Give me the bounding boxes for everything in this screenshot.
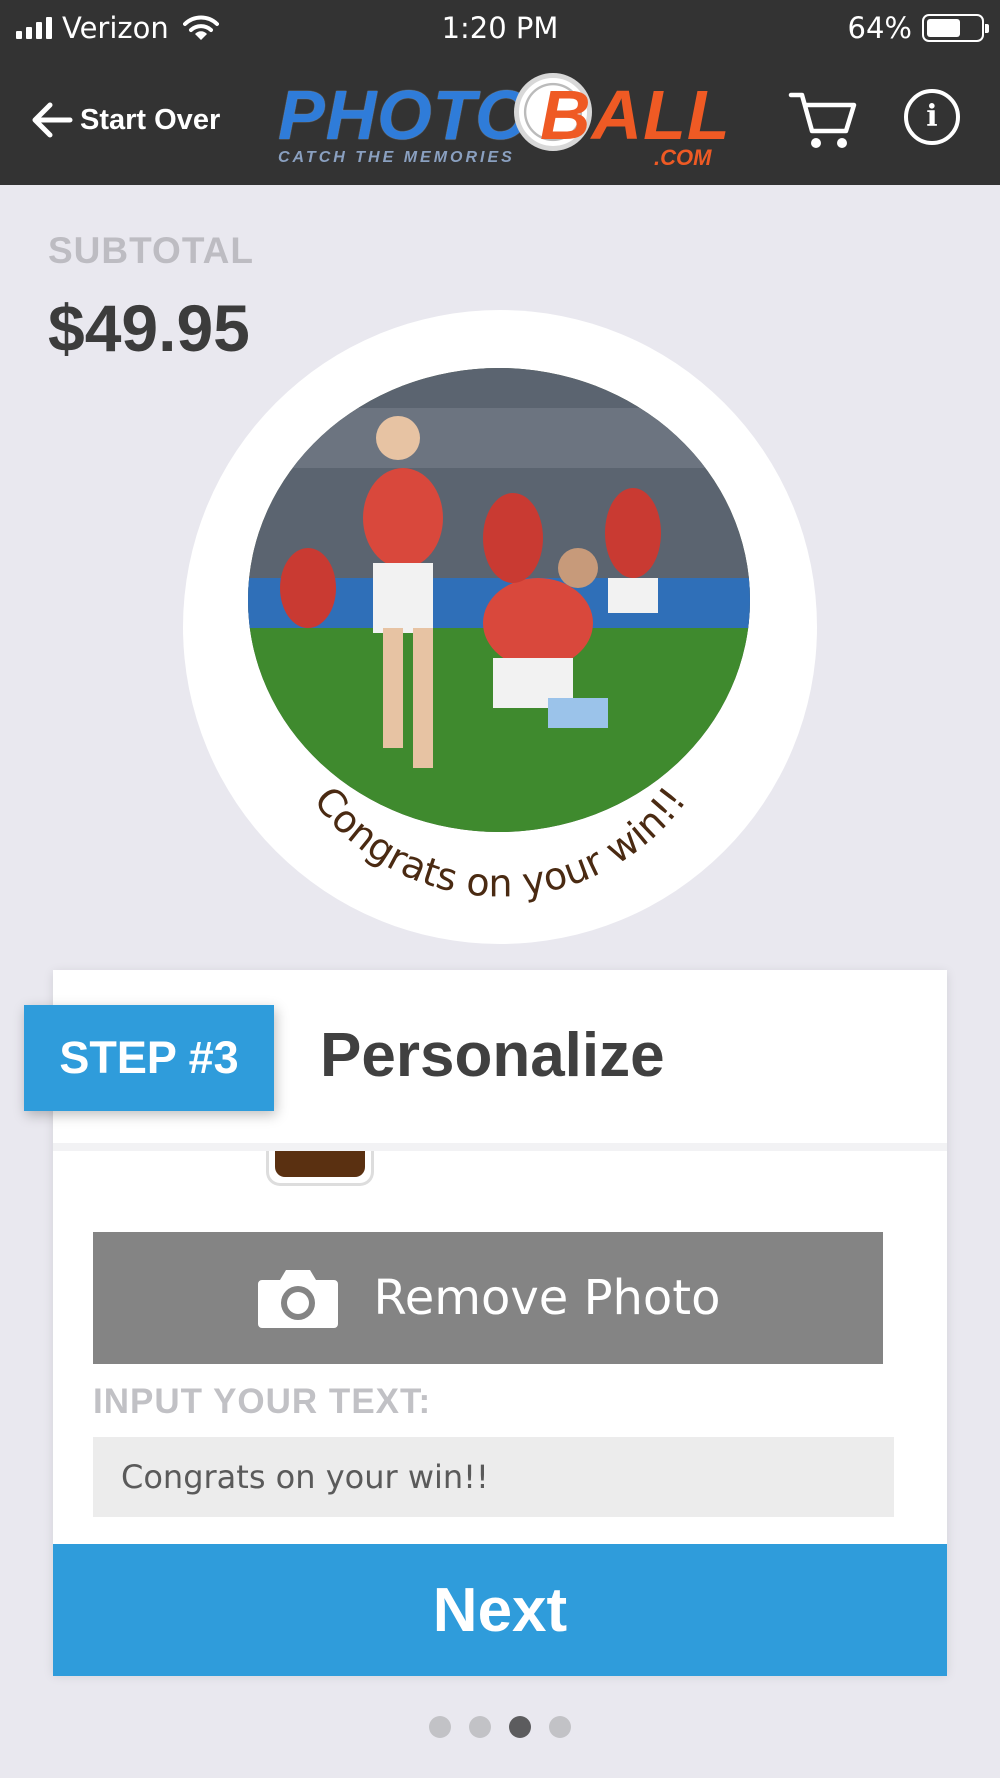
status-bar: Verizon 1:20 PM 64%: [0, 0, 1000, 55]
info-icon[interactable]: i: [904, 89, 960, 145]
subtotal-label: SUBTOTAL: [48, 230, 255, 271]
arrow-left-icon: [32, 102, 73, 138]
next-label: Next: [432, 1575, 568, 1645]
camera-icon: [257, 1270, 338, 1328]
step-badge: STEP #3: [24, 1005, 274, 1111]
photoball-logo: PHOTO BALL CATCH THE MEMORIES .COM: [278, 69, 730, 177]
status-right: 64%: [847, 8, 989, 48]
app-header: Start Over PHOTO BALL CATCH THE MEMORIES…: [0, 55, 1000, 185]
next-button[interactable]: Next: [53, 1544, 947, 1676]
page-dot[interactable]: [549, 1716, 571, 1738]
card-divider: [53, 1143, 947, 1151]
color-swatch-fill: [275, 1151, 365, 1177]
logo-word-ball: BALL: [540, 76, 731, 154]
color-swatch[interactable]: [266, 1151, 374, 1186]
battery-icon: [922, 14, 989, 42]
start-over-label: Start Over: [80, 103, 221, 136]
remove-photo-label: Remove Photo: [373, 1270, 721, 1326]
start-over-button[interactable]: Start Over: [30, 95, 220, 145]
page-dot[interactable]: [509, 1716, 531, 1738]
ball-curved-text: Congrats on your win!!: [306, 778, 695, 905]
logo-tagline: CATCH THE MEMORIES: [278, 149, 515, 166]
logo-domain: .COM: [654, 145, 712, 170]
remove-photo-button[interactable]: Remove Photo: [93, 1232, 883, 1364]
page-dot[interactable]: [429, 1716, 451, 1738]
cart-icon[interactable]: [788, 89, 858, 151]
curved-text: Congrats on your win!!: [306, 778, 695, 905]
battery-percent: 64%: [847, 11, 912, 45]
page-indicator: [0, 1716, 1000, 1738]
svg-text:Congrats on your win!!: Congrats on your win!!: [306, 778, 695, 905]
battery-fill: [927, 19, 961, 37]
input-text-label: INPUT YOUR TEXT:: [93, 1382, 432, 1421]
page-dot[interactable]: [469, 1716, 491, 1738]
logo-word-photo: PHOTO: [278, 76, 531, 154]
personal-text-input[interactable]: [93, 1437, 894, 1517]
step-title: Personalize: [320, 1021, 665, 1090]
